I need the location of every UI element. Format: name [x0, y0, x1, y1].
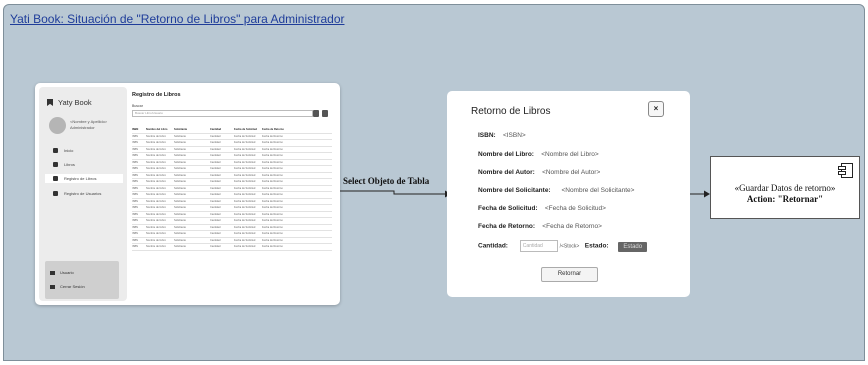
action-text: «Guardar Datos de retorno» Action: "Reto… — [711, 183, 859, 205]
field-label: ISBN: — [478, 132, 496, 139]
status-label: Estado: — [584, 242, 609, 250]
field-value: <Nombre del Libro> — [541, 151, 599, 158]
field-cantidad: Cantidad: Cantidad /<Stock> Estado: Esta… — [478, 240, 648, 252]
field-value: <Fecha de Solicitud> — [544, 205, 606, 212]
return-button[interactable]: Retornar — [541, 267, 598, 282]
field-nombre-autor: Nombre del Autor: <Nombre del Autor> — [478, 169, 600, 176]
stock-suffix: /<Stock> — [559, 243, 580, 250]
field-value: <Nombre del Autor> — [542, 169, 601, 176]
dialog-title: Retorno de Libros — [471, 106, 551, 117]
close-button[interactable]: × — [648, 101, 664, 117]
status-badge: Estado — [618, 241, 648, 252]
flow-arrow-select — [340, 190, 445, 195]
field-value: <Nombre del Solicitante> — [561, 187, 635, 194]
diagram-frame: Yati Book: Situación de "Retorno de Libr… — [3, 4, 865, 361]
field-isbn: ISBN: <ISBN> — [478, 132, 526, 139]
field-label: Nombre del Libro: — [478, 151, 534, 158]
field-value: <ISBN> — [502, 132, 526, 139]
field-label: Fecha de Retorno: — [478, 223, 536, 230]
field-label: Fecha de Solicitud: — [478, 205, 538, 212]
quantity-label: Cantidad: — [478, 242, 508, 250]
action-box: «Guardar Datos de retorno» Action: "Reto… — [710, 156, 860, 219]
field-nombre-solicitante: Nombre del Solicitante: <Nombre del Soli… — [478, 187, 634, 194]
field-label: Nombre del Solicitante: — [478, 187, 551, 194]
action-stereotype: «Guardar Datos de retorno» — [734, 183, 836, 193]
edge-label: Select Objeto de Tabla — [343, 176, 430, 186]
field-fecha-solicitud: Fecha de Solicitud: <Fecha de Solicitud> — [478, 205, 606, 212]
field-nombre-libro: Nombre del Libro: <Nombre del Libro> — [478, 151, 599, 158]
action-name: Action: "Retornar" — [746, 194, 824, 204]
field-label: Nombre del Autor: — [478, 169, 535, 176]
field-fecha-retorno: Fecha de Retorno: <Fecha de Retorno> — [478, 223, 602, 230]
return-dialog: Retorno de Libros × ISBN: <ISBN> Nombre … — [447, 91, 690, 297]
component-icon — [838, 163, 853, 178]
field-value: <Fecha de Retorno> — [542, 223, 602, 230]
quantity-input[interactable]: Cantidad — [519, 240, 558, 252]
